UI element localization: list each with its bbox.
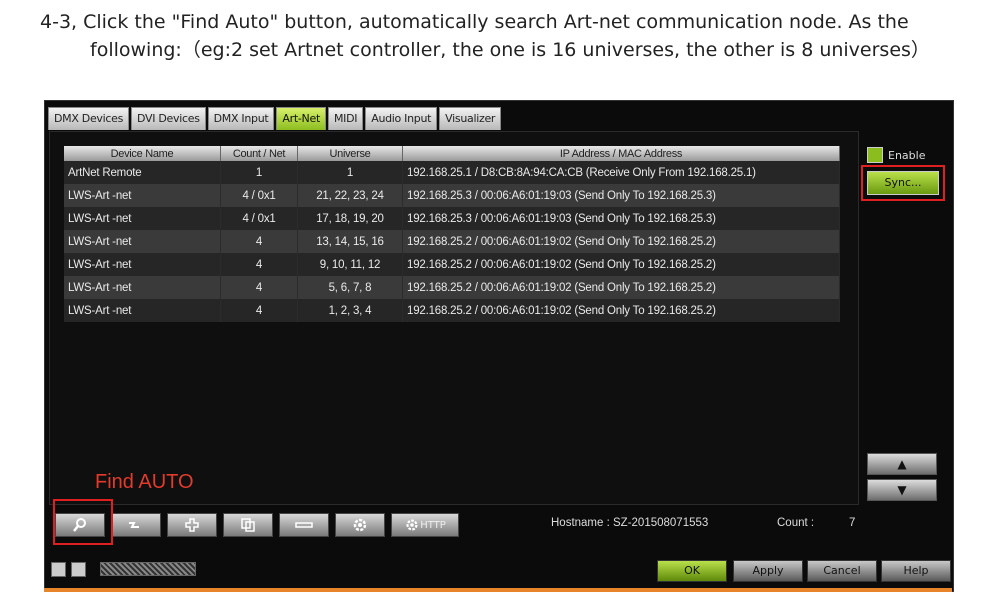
cell-universe: 1, 2, 3, 4	[297, 299, 403, 322]
tab-midi[interactable]: MIDI	[327, 107, 364, 130]
move-up-button[interactable]: ▲	[867, 453, 937, 475]
cell-universe: 17, 18, 19, 20	[297, 207, 403, 230]
tab-dmx-devices[interactable]: DMX Devices	[48, 107, 130, 130]
cell-device-name: LWS-Art -net	[64, 253, 221, 276]
tab-dmx-input[interactable]: DMX Input	[207, 107, 275, 130]
help-button[interactable]: Help	[881, 560, 951, 582]
count-value: 7	[849, 517, 856, 529]
cell-ip-mac: 192.168.25.3 / 00:06:A6:01:19:03 (Send O…	[402, 184, 840, 207]
save-icon[interactable]	[71, 562, 86, 577]
cell-ip-mac: 192.168.25.2 / 00:06:A6:01:19:02 (Send O…	[402, 276, 840, 299]
cell-ip-mac: 192.168.25.2 / 00:06:A6:01:19:02 (Send O…	[402, 230, 840, 253]
cell-ip-mac: 192.168.25.1 / D8:CB:8A:94:CA:CB (Receiv…	[402, 161, 840, 184]
cell-device-name: LWS-Art -net	[64, 207, 221, 230]
cell-count-net: 4	[220, 276, 298, 299]
artnet-device-table: Device Name Count / Net Universe IP Addr…	[64, 146, 840, 322]
copy-device-button[interactable]	[223, 513, 273, 537]
cell-universe: 1	[297, 161, 403, 184]
progress-indicator	[100, 562, 196, 576]
table-row[interactable]: LWS-Art -net 4 9, 10, 11, 12 192.168.25.…	[64, 253, 840, 276]
table-row[interactable]: LWS-Art -net 4 13, 14, 15, 16 192.168.25…	[64, 230, 840, 253]
cell-device-name: LWS-Art -net	[64, 276, 221, 299]
count-label: Count :	[777, 517, 815, 529]
cell-ip-mac: 192.168.25.3 / 00:06:A6:01:19:03 (Send O…	[402, 207, 840, 230]
add-device-button[interactable]	[167, 513, 217, 537]
artnet-panel: Device Name Count / Net Universe IP Addr…	[49, 131, 859, 505]
copy-icon	[241, 518, 255, 532]
instruction-line-2: following:（eg:2 set Artnet controller, t…	[90, 39, 930, 61]
cell-count-net: 4	[220, 299, 298, 322]
cell-device-name: LWS-Art -net	[64, 299, 221, 322]
table-row[interactable]: LWS-Art -net 4 1, 2, 3, 4 192.168.25.2 /…	[64, 299, 840, 322]
settings-button[interactable]	[335, 513, 385, 537]
sync-highlight-box	[861, 165, 945, 201]
cell-count-net: 4	[220, 230, 298, 253]
cell-count-net: 4	[220, 253, 298, 276]
cell-ip-mac: 192.168.25.2 / 00:06:A6:01:19:02 (Send O…	[402, 299, 840, 322]
col-ip-mac[interactable]: IP Address / MAC Address	[402, 146, 840, 161]
table-row[interactable]: LWS-Art -net 4 5, 6, 7, 8 192.168.25.2 /…	[64, 276, 840, 299]
apply-button[interactable]: Apply	[733, 560, 803, 582]
hostname-text: Hostname : SZ-201508071553	[551, 517, 709, 529]
tab-visualizer[interactable]: Visualizer	[439, 107, 502, 130]
tab-bar: DMX Devices DVI Devices DMX Input Art-Ne…	[48, 107, 502, 131]
tab-dvi-devices[interactable]: DVI Devices	[131, 107, 206, 130]
ok-button[interactable]: OK	[657, 560, 727, 582]
enable-toggle[interactable]: Enable	[867, 147, 925, 163]
lightning-icon	[129, 522, 139, 528]
http-label: HTTP	[420, 519, 446, 531]
cell-universe: 9, 10, 11, 12	[297, 253, 403, 276]
tab-audio-input[interactable]: Audio Input	[365, 107, 438, 130]
table-header-row: Device Name Count / Net Universe IP Addr…	[64, 146, 840, 161]
find-auto-annotation: Find AUTO	[95, 471, 194, 493]
setup-window: DMX Devices DVI Devices DMX Input Art-Ne…	[44, 100, 954, 592]
find-auto-highlight-box	[53, 499, 113, 545]
cell-universe: 5, 6, 7, 8	[297, 276, 403, 299]
cell-device-name: LWS-Art -net	[64, 230, 221, 253]
table-row[interactable]: LWS-Art -net 4 / 0x1 17, 18, 19, 20 192.…	[64, 207, 840, 230]
open-folder-icon[interactable]	[51, 562, 66, 577]
gear-icon	[406, 519, 418, 531]
col-count-net[interactable]: Count / Net	[220, 146, 298, 161]
remove-device-button[interactable]	[279, 513, 329, 537]
cell-universe: 21, 22, 23, 24	[297, 184, 403, 207]
enable-label: Enable	[888, 148, 926, 162]
device-toolbar: HTTP	[55, 513, 459, 537]
col-device-name[interactable]: Device Name	[64, 146, 221, 161]
instruction-text: 4-3, Click the "Find Auto" button, autom…	[40, 8, 980, 64]
arrow-up-icon: ▲	[897, 457, 907, 471]
orange-strip	[44, 588, 952, 592]
table-row[interactable]: ArtNet Remote 1 1 192.168.25.1 / D8:CB:8…	[64, 161, 840, 184]
tab-art-net[interactable]: Art-Net	[276, 107, 326, 130]
table-row[interactable]: LWS-Art -net 4 / 0x1 21, 22, 23, 24 192.…	[64, 184, 840, 207]
cancel-button[interactable]: Cancel	[807, 560, 877, 582]
cell-count-net: 1	[220, 161, 298, 184]
cell-device-name: LWS-Art -net	[64, 184, 221, 207]
cell-ip-mac: 192.168.25.2 / 00:06:A6:01:19:02 (Send O…	[402, 253, 840, 276]
cell-universe: 13, 14, 15, 16	[297, 230, 403, 253]
minus-icon	[295, 522, 313, 528]
cell-device-name: ArtNet Remote	[64, 161, 221, 184]
bottom-bar: OK Apply Cancel Help	[45, 553, 953, 583]
move-down-button[interactable]: ▼	[867, 479, 937, 501]
cell-count-net: 4 / 0x1	[220, 184, 298, 207]
col-universe[interactable]: Universe	[297, 146, 403, 161]
arrow-down-icon: ▼	[897, 483, 907, 497]
instruction-line-1: 4-3, Click the "Find Auto" button, autom…	[40, 11, 909, 33]
gear-icon	[353, 518, 367, 532]
connect-button[interactable]	[111, 513, 161, 537]
http-settings-button[interactable]: HTTP	[391, 513, 459, 537]
plus-icon	[185, 518, 199, 532]
enable-checkbox[interactable]	[867, 147, 883, 163]
cell-count-net: 4 / 0x1	[220, 207, 298, 230]
